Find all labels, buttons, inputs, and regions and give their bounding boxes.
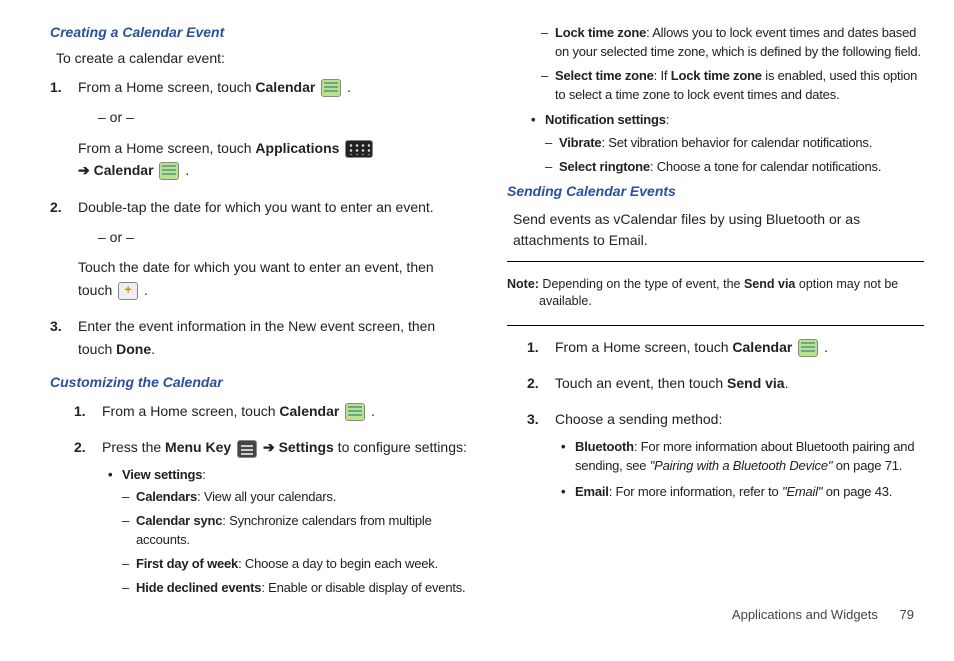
page-number: 79 [900, 607, 914, 622]
customize-steps: 1. From a Home screen, touch Calendar . … [50, 400, 467, 598]
menu-key-icon [237, 440, 257, 458]
settings-group: View settings: Calendars: View all your … [102, 465, 467, 598]
step-number: 1. [74, 400, 86, 422]
list-item: Calendar sync: Synchronize calendars fro… [136, 512, 467, 550]
step-number: 3. [50, 315, 62, 337]
step-text: From a Home screen, touch Calendar . [78, 79, 351, 95]
intro-create: To create a calendar event: [56, 50, 467, 66]
send-step-3: 3. Choose a sending method: Bluetooth: F… [555, 408, 924, 501]
send-steps: 1. From a Home screen, touch Calendar . … [507, 336, 924, 502]
right-column: Lock time zone: Allows you to lock event… [507, 20, 924, 611]
intro-send: Send events as vCalendar files by using … [513, 209, 924, 251]
create-steps: 1. From a Home screen, touch Calendar . … [50, 76, 467, 360]
page-footer: Applications and Widgets 79 [732, 607, 914, 622]
list-item: Calendars: View all your calendars. [136, 488, 467, 507]
footer-section: Applications and Widgets [732, 607, 878, 622]
calendar-icon [345, 403, 365, 421]
notification-settings-item: Notification settings: Vibrate: Set vibr… [545, 110, 924, 176]
view-settings-item: View settings: Calendars: View all your … [122, 465, 467, 598]
notification-settings-list: Vibrate: Set vibration behavior for cale… [545, 134, 924, 177]
heading-send-events: Sending Calendar Events [507, 183, 924, 199]
step-text-alt: From a Home screen, touch Applications ➔… [78, 137, 467, 182]
heading-create-event: Creating a Calendar Event [50, 24, 467, 40]
step-text: Double-tap the date for which you want t… [78, 199, 434, 215]
method-bluetooth: Bluetooth: For more information about Bl… [575, 437, 924, 476]
list-item: Vibrate: Set vibration behavior for cale… [559, 134, 924, 153]
create-step-1: 1. From a Home screen, touch Calendar . … [78, 76, 467, 182]
calendar-icon [159, 162, 179, 180]
step-text: Enter the event information in the New e… [78, 318, 435, 356]
step-text: From a Home screen, touch Calendar . [102, 403, 375, 419]
settings-group: Notification settings: Vibrate: Set vibr… [507, 110, 924, 176]
calendar-icon [798, 339, 818, 357]
list-item: First day of week: Choose a day to begin… [136, 555, 467, 574]
list-item: Lock time zone: Allows you to lock event… [555, 24, 924, 62]
send-step-2: 2. Touch an event, then touch Send via. [555, 372, 924, 394]
step-number: 2. [50, 196, 62, 218]
step-number: 2. [527, 372, 539, 394]
applications-icon [345, 140, 373, 158]
step-number: 1. [527, 336, 539, 358]
step-number: 1. [50, 76, 62, 98]
divider [507, 261, 924, 262]
step-text: Press the Menu Key ➔ Settings to configu… [102, 439, 467, 455]
customize-step-1: 1. From a Home screen, touch Calendar . [102, 400, 467, 422]
note-block: Note: Depending on the type of event, th… [507, 272, 924, 315]
list-item: Hide declined events: Enable or disable … [136, 579, 467, 598]
step-text: Touch an event, then touch Send via. [555, 375, 789, 391]
step-text-alt: Touch the date for which you want to ent… [78, 256, 467, 301]
create-step-3: 3. Enter the event information in the Ne… [78, 315, 467, 360]
list-item: Select time zone: If Lock time zone is e… [555, 67, 924, 105]
heading-customize: Customizing the Calendar [50, 374, 467, 390]
create-step-2: 2. Double-tap the date for which you wan… [78, 196, 467, 302]
step-text: From a Home screen, touch Calendar . [555, 339, 828, 355]
left-column: Creating a Calendar Event To create a ca… [50, 20, 467, 611]
plus-icon [118, 282, 138, 300]
method-email: Email: For more information, refer to "E… [575, 482, 924, 502]
view-settings-list: Calendars: View all your calendars. Cale… [122, 488, 467, 597]
customize-step-2: 2. Press the Menu Key ➔ Settings to conf… [102, 436, 467, 597]
send-step-1: 1. From a Home screen, touch Calendar . [555, 336, 924, 358]
step-number: 2. [74, 436, 86, 458]
or-divider: – or – [98, 226, 467, 248]
step-number: 3. [527, 408, 539, 430]
calendar-icon [321, 79, 341, 97]
list-item: Select ringtone: Choose a tone for calen… [559, 158, 924, 177]
send-methods: Bluetooth: For more information about Bl… [555, 437, 924, 502]
continued-dash-list: Lock time zone: Allows you to lock event… [507, 24, 924, 104]
divider [507, 325, 924, 326]
or-divider: – or – [98, 106, 467, 128]
step-text: Choose a sending method: [555, 411, 722, 427]
